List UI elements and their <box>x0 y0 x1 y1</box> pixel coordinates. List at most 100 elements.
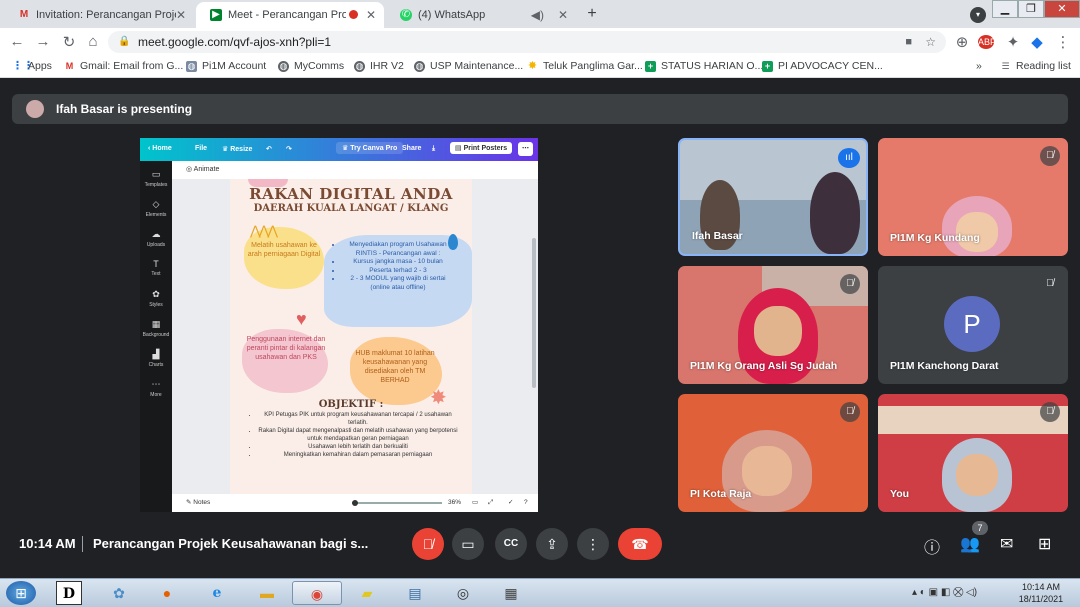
bookmark-ihr[interactable]: ◍ IHR V2 <box>354 60 404 72</box>
app-icon[interactable]: ✿ <box>106 581 132 605</box>
star-icon[interactable]: ☆ <box>925 31 936 53</box>
chat-icon[interactable]: ✉ <box>1000 534 1013 554</box>
sidebar-charts[interactable]: ▟ Charts <box>140 349 172 368</box>
extension-icon[interactable]: ◆ <box>1028 33 1046 51</box>
bookmark-pi1m-account[interactable]: ◍ Pi1M Account <box>186 60 266 72</box>
bookmarks-overflow[interactable]: » <box>976 60 982 72</box>
tab-whatsapp[interactable]: ✆ (4) WhatsApp ◀) ✕ <box>386 2 576 28</box>
speaker-icon[interactable]: ◀) <box>531 8 544 22</box>
sidebar-styles[interactable]: ✿ Styles <box>140 289 172 308</box>
tab-invitation[interactable]: M Invitation: Perancangan Projek Ke ✕ <box>4 2 194 28</box>
clock[interactable]: 10:14 AM 18/11/2021 <box>1010 581 1072 605</box>
participant-tile[interactable]: 🎙̸ You <box>878 394 1068 512</box>
check-icon[interactable]: ✓ <box>508 494 513 512</box>
animate-button[interactable]: ◎ Animate <box>186 166 219 173</box>
translate-icon[interactable]: ⊕ <box>953 33 971 51</box>
sheets-icon: + <box>762 60 773 72</box>
tab-search-icon[interactable]: ▾ <box>970 7 986 23</box>
close-icon[interactable]: ✕ <box>366 8 376 22</box>
app-d-icon[interactable]: D <box>56 581 82 605</box>
firefox-icon[interactable]: ● <box>154 581 180 605</box>
back-icon[interactable]: ← <box>8 33 26 50</box>
bookmark-teluk[interactable]: ✸ Teluk Panglima Gar... <box>527 60 643 72</box>
minimize-button[interactable]: ▁ <box>992 0 1018 18</box>
sidebar-text[interactable]: T Text <box>140 259 172 277</box>
address-bar[interactable]: 🔒 meet.google.com/qvf-ajos-xnh?pli=1 ■ ☆ <box>108 31 946 53</box>
reload-icon[interactable]: ↻ <box>60 33 78 51</box>
bookmark-gmail[interactable]: M Gmail: Email from G... <box>64 60 184 72</box>
background-icon: ▦ <box>151 319 161 329</box>
zoom-level[interactable]: 36% <box>448 494 461 512</box>
more-options-button[interactable]: ⋮ <box>577 528 609 560</box>
mic-off-button[interactable]: 🎙̸ <box>412 528 444 560</box>
redo-icon[interactable]: ↷ <box>286 145 292 153</box>
extensions-icon[interactable]: ✦ <box>1004 33 1022 51</box>
zoom-slider[interactable] <box>352 502 442 504</box>
maximize-button[interactable]: ❐ <box>1018 0 1044 18</box>
close-icon[interactable]: ✕ <box>176 8 186 22</box>
tab-label: Invitation: Perancangan Projek Ke <box>36 9 176 21</box>
chevron-right-icon: » <box>976 60 982 72</box>
home-icon[interactable]: ⌂ <box>84 33 102 50</box>
app-icon[interactable]: ▰ <box>354 581 380 605</box>
menu-file[interactable]: File <box>195 145 207 152</box>
forward-icon[interactable]: → <box>34 33 52 50</box>
help-icon[interactable]: ? <box>524 494 528 512</box>
camera-app-icon[interactable]: ◎ <box>450 581 476 605</box>
bookmark-usp[interactable]: ◍ USP Maintenance... <box>414 60 523 72</box>
bookmark-mycomms[interactable]: ◍ MyComms <box>278 60 344 72</box>
menu-icon[interactable]: ⋮ <box>1054 33 1072 51</box>
ie-icon[interactable]: e <box>204 581 230 605</box>
page-icon[interactable]: ▭ <box>472 494 478 512</box>
participant-tile[interactable]: 🎙̸ PI1M Kg Kundang <box>878 138 1068 256</box>
activities-icon[interactable]: ⊞ <box>1038 534 1051 554</box>
leave-call-button[interactable]: ☎ <box>618 528 662 560</box>
menu-home[interactable]: ‹ Home <box>148 145 172 152</box>
sidebar-elements[interactable]: ◇ Elements <box>140 199 172 218</box>
app-icon[interactable]: ▤ <box>402 581 428 605</box>
download-icon[interactable]: ⤓ <box>432 145 435 153</box>
sidebar-more[interactable]: ⋯ More <box>140 379 172 398</box>
participant-tile[interactable]: ııl Ifah Basar <box>678 138 868 256</box>
poster[interactable]: RAKAN DIGITAL ANDA DAERAH KUALA LANGAT /… <box>230 179 472 494</box>
bookmark-status[interactable]: + STATUS HARIAN O... <box>645 60 763 72</box>
calculator-icon[interactable]: ▦ <box>498 581 524 605</box>
adblock-icon[interactable]: ABP <box>978 35 996 49</box>
zoom-slider-handle[interactable] <box>352 500 358 506</box>
bookmark-apps[interactable]: ⋮⋮ Apps <box>12 60 52 72</box>
sidebar-uploads[interactable]: ☁ Uploads <box>140 229 172 248</box>
more-icon[interactable]: ⋯ <box>518 142 533 156</box>
present-button[interactable]: ⇪ <box>536 528 568 560</box>
fullscreen-icon[interactable]: ⤢ <box>488 494 493 512</box>
new-tab-button[interactable]: + <box>582 4 602 24</box>
captions-button[interactable]: CC <box>495 528 527 560</box>
scrollbar[interactable] <box>532 238 536 388</box>
tray-icons[interactable]: ▴ ◐ ▣ ◧ ⛒ ◁) <box>912 587 977 598</box>
participant-tile[interactable]: 🎙̸ PI Kota Raja <box>678 394 868 512</box>
close-icon[interactable]: ✕ <box>558 8 568 22</box>
try-canva-pro-button[interactable]: ♛ Try Canva Pro <box>336 142 404 154</box>
participant-count-badge: 7 <box>972 521 988 535</box>
chrome-icon[interactable]: ◉ <box>292 581 342 605</box>
tab-meet[interactable]: ▶ Meet - Perancangan Projek K ✕ <box>196 2 384 28</box>
undo-icon[interactable]: ↶ <box>266 145 272 153</box>
people-icon[interactable]: 👥 <box>960 534 980 554</box>
print-posters-button[interactable]: ▤ Print Posters <box>450 142 513 154</box>
reading-list[interactable]: ☰ Reading list <box>1000 60 1070 72</box>
participant-tile[interactable]: P 🎙̸ PI1M Kanchong Darat <box>878 266 1068 384</box>
camera-button[interactable]: ▭ <box>452 528 484 560</box>
sidebar-templates[interactable]: ▭ Templates <box>140 169 172 188</box>
objektif-title: OBJEKTIF : <box>318 399 384 410</box>
bookmark-advocacy[interactable]: + PI ADVOCACY CEN... <box>762 60 883 72</box>
participant-name: PI Kota Raja <box>690 488 752 500</box>
sidebar-background[interactable]: ▦ Background <box>140 319 172 338</box>
folder-icon[interactable]: ▬ <box>254 581 280 605</box>
notes-button[interactable]: ✎ Notes <box>186 499 210 506</box>
share-button[interactable]: Share <box>402 145 421 152</box>
menu-resize[interactable]: ♛ Resize <box>222 145 252 153</box>
camera-icon[interactable]: ■ <box>905 31 912 53</box>
participant-tile[interactable]: 🎙̸ PI1M Kg Orang Asli Sg Judah <box>678 266 868 384</box>
close-window-button[interactable]: ✕ <box>1044 0 1080 18</box>
start-button[interactable]: ⊞ <box>6 581 36 605</box>
info-icon[interactable]: ⓘ <box>924 534 940 558</box>
